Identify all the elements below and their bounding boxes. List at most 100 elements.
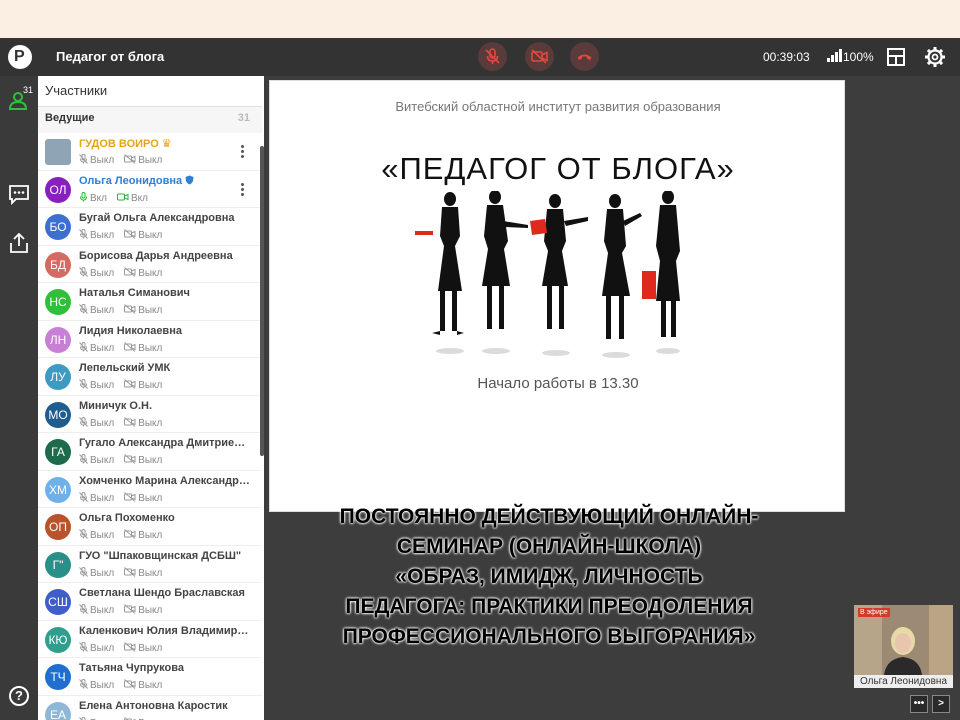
mic-off-icon	[79, 604, 90, 616]
camera-off-icon	[124, 566, 138, 579]
participant-name-text: Наталья Симанович	[79, 287, 190, 299]
mic-off-icon	[79, 304, 90, 316]
participant-row[interactable]: ГА Гугало Александра Дмитриевна Выкл Выкл	[38, 433, 262, 471]
participant-row[interactable]: ГУДОВ ВОИРО ♛ Выкл Выкл	[38, 133, 262, 171]
more-options-button[interactable]: •••	[910, 695, 928, 713]
panel-title: Участники	[45, 83, 108, 98]
participant-row[interactable]: ЕА Елена Антоновна Каростик ВыклВыкл	[38, 695, 262, 720]
participant-row[interactable]: ОЛ Ольга Леонидовна Вкл Вкл	[38, 170, 262, 208]
camera-status: Выкл	[138, 267, 163, 279]
presentation-slide: Витебский областной институт развития об…	[269, 80, 845, 512]
avatar: ЛН	[45, 326, 71, 353]
mic-off-icon	[79, 454, 90, 466]
camera-status: Выкл	[138, 155, 163, 166]
camera-off-icon	[124, 529, 138, 541]
participant-row[interactable]: ТЧ Татьяна Чупрукова Выкл Выкл	[38, 658, 262, 696]
participant-row[interactable]: БД Борисова Дарья Андреевна Выкл Выкл	[38, 245, 262, 283]
avatar: ХМ	[45, 476, 71, 503]
participant-row[interactable]: БО Бугай Ольга Александровна Выкл Выкл	[38, 208, 262, 246]
participant-row[interactable]: Г" ГУО "Шпаковщинская ДСБШ" Выкл Выкл	[38, 545, 262, 583]
camera-status: Выкл	[138, 380, 163, 391]
camera-off-icon	[124, 416, 138, 429]
camera-off-icon	[124, 266, 138, 279]
participant-menu-button[interactable]	[241, 182, 244, 197]
participant-name: Гугало Александра Дмитриевна	[79, 437, 251, 449]
mic-off-icon	[79, 491, 90, 504]
participant-status: ВыклВыкл	[79, 379, 162, 391]
participant-name: Светлана Шендо Браславская	[79, 587, 251, 599]
mic-off-icon	[79, 379, 90, 391]
mic-status: Выкл	[90, 417, 115, 429]
camera-status: Выкл	[138, 605, 163, 616]
next-video-button[interactable]: >	[932, 695, 950, 713]
caption-line: ПОСТОЯННО ДЕЙСТВУЮЩИЙ ОНЛАЙН-	[339, 505, 759, 528]
participant-name-text: Лепельский УМК	[79, 362, 171, 374]
shield-icon	[182, 175, 194, 187]
call-timer: 00:39:03	[763, 50, 810, 64]
mic-off-icon	[79, 529, 90, 541]
participant-name: Каленкович Юлия Владимировна	[79, 625, 251, 637]
mic-off-icon	[79, 679, 90, 691]
mic-status: Выкл	[90, 492, 115, 504]
avatar: ОЛ	[45, 176, 71, 203]
participant-status: Выкл Выкл	[79, 154, 162, 166]
avatar: ТЧ	[45, 664, 71, 690]
mic-status: Выкл	[90, 267, 115, 279]
connection-quality: 100%	[843, 50, 874, 64]
participant-menu-button[interactable]	[241, 145, 244, 159]
share-icon[interactable]	[7, 231, 31, 255]
mic-toggle-button[interactable]	[478, 42, 507, 71]
section-count: 31	[237, 112, 250, 124]
camera-status: Выкл	[138, 230, 163, 241]
mic-status: Выкл	[90, 455, 115, 466]
participant-name: Лидия Николаевна	[79, 325, 251, 337]
participant-name: Елена Антоновна Каростик	[79, 700, 251, 712]
avatar: БО	[45, 214, 71, 240]
participant-list: ГУДОВ ВОИРО ♛ Выкл Выкл ОЛ Ольга Леонидовна Вк…	[38, 133, 262, 720]
participant-name-text: Елена Антоновна Каростик	[79, 699, 228, 712]
avatar: ЛУ	[45, 364, 71, 390]
mic-status: Выкл	[90, 530, 115, 541]
app-logo[interactable]: P	[8, 45, 32, 69]
self-video-thumbnail[interactable]: В эфире Ольга Леонидовна	[854, 605, 953, 688]
participant-row[interactable]: ОП Ольга Похоменко Выкл Выкл	[38, 508, 262, 546]
participant-name-text: Ольга Похоменко	[79, 512, 175, 524]
participant-status: ВыклВыкл	[79, 604, 162, 616]
avatar: БД	[45, 251, 71, 278]
settings-gear-icon[interactable]	[924, 46, 946, 68]
left-rail: 31 ?	[0, 76, 38, 720]
top-bar: P Педагог от блога 00:39:03 100%	[0, 38, 960, 76]
participant-name: ГУДОВ ВОИРО ♛	[79, 137, 251, 150]
participant-status: ВыклВыкл	[79, 716, 162, 720]
participant-row[interactable]: СШ Светлана Шендо Браславская Выкл Выкл	[38, 583, 262, 621]
participant-row[interactable]: ЛН Лидия Николаевна Выкл Выкл	[38, 320, 262, 358]
camera-off-icon	[124, 641, 138, 654]
end-call-button[interactable]	[570, 42, 599, 71]
participant-row[interactable]: КЮ Каленкович Юлия Владимировна Выкл Выкл	[38, 620, 262, 658]
chat-icon[interactable]	[7, 182, 31, 206]
participant-row[interactable]: НС Наталья Симанович Выкл Выкл	[38, 283, 262, 321]
camera-off-icon	[124, 304, 138, 316]
mic-off-icon	[79, 416, 90, 429]
mic-status: Выкл	[90, 155, 115, 166]
participant-status: ВыклВыкл	[79, 416, 162, 429]
mic-status: Выкл	[90, 305, 115, 316]
layout-toggle-button[interactable]	[887, 48, 905, 66]
crown-icon: ♛	[161, 138, 172, 150]
conference-title: Педагог от блога	[56, 49, 165, 64]
mic-off-icon	[79, 566, 90, 579]
mic-status: Вкл	[90, 192, 107, 204]
participant-name: Бугай Ольга Александровна	[79, 212, 251, 224]
signal-bars-icon	[827, 49, 843, 62]
camera-status: Выкл	[138, 342, 163, 354]
participant-name-text: Лидия Николаевна	[79, 324, 182, 337]
mic-on-icon	[79, 191, 90, 204]
avatar	[45, 139, 71, 165]
mic-off-icon	[79, 229, 90, 241]
help-button[interactable]: ?	[9, 686, 29, 706]
participant-row[interactable]: ЛУ Лепельский УМК Выкл Выкл	[38, 358, 262, 396]
participant-name: Лепельский УМК	[79, 362, 251, 374]
participant-row[interactable]: МО Миничук О.Н. Выкл Выкл	[38, 395, 262, 433]
camera-toggle-button[interactable]	[525, 42, 554, 71]
participant-row[interactable]: ХМ Хомченко Марина Александровна Выкл Выкл	[38, 470, 262, 508]
